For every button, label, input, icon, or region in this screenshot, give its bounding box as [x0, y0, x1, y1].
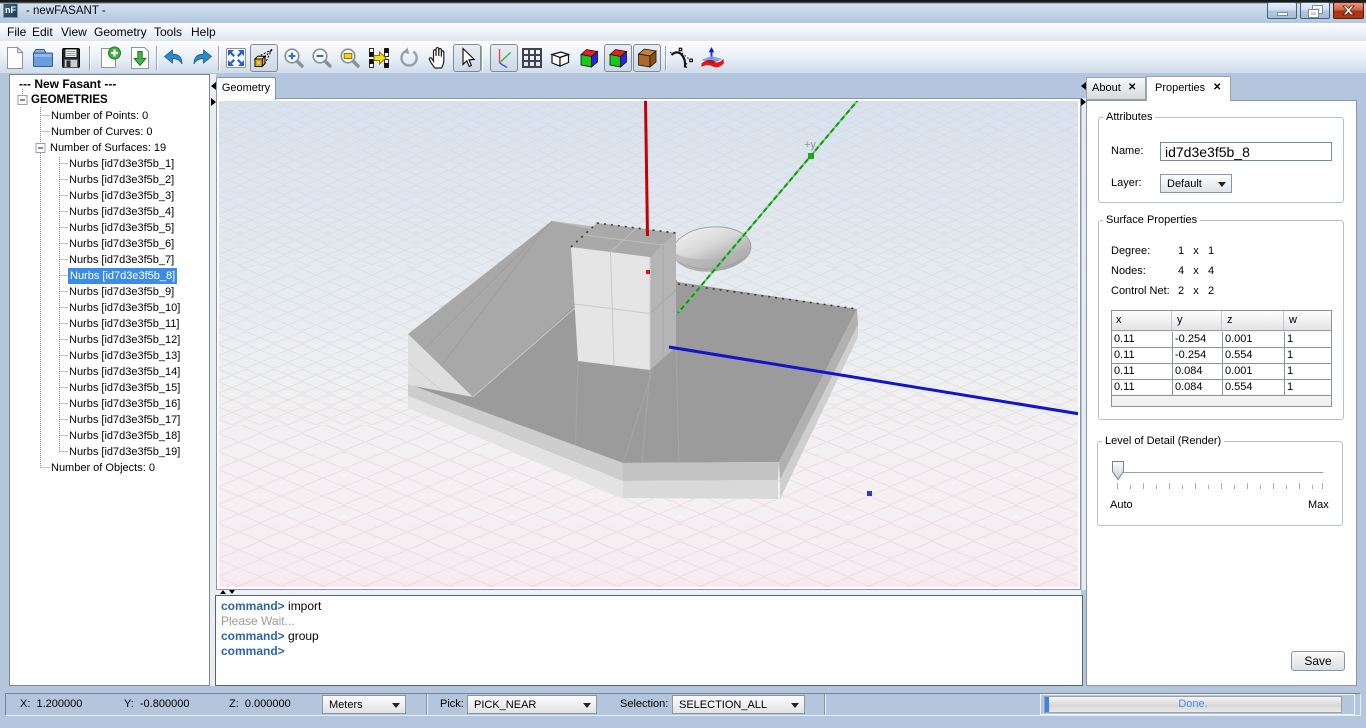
svg-text:+y: +y	[804, 139, 816, 151]
